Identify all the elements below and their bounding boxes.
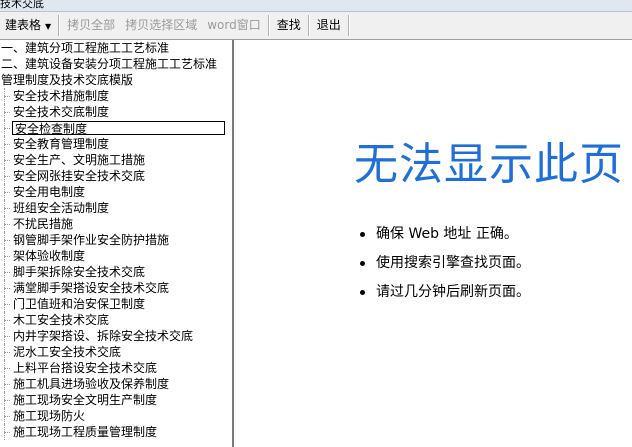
tree-item[interactable]: 钢管脚手架作业安全防护措施 xyxy=(0,232,232,248)
suggestion-text: 确保 Web 地址 正确。 xyxy=(376,226,518,242)
toolbar-separator xyxy=(58,15,61,36)
dropdown-arrow-icon: ▼ xyxy=(45,22,52,31)
tree-item[interactable]: 安全网张挂安全技术交底 xyxy=(0,168,232,184)
tree-item-label: 满堂脚手架搭设安全技术交底 xyxy=(13,281,170,295)
tree-item-label: 一、建筑分项工程施工工艺标准 xyxy=(1,41,170,55)
error-title: 无法显示此页 xyxy=(354,139,624,190)
tree-item-label: 安全用电制度 xyxy=(13,185,86,199)
tree-item-label: 安全网张挂安全技术交底 xyxy=(13,169,146,183)
suggestion-text: 请过几分钟后刷新页面。 xyxy=(376,284,530,300)
tree-item-label: 施工现场防火 xyxy=(13,409,86,423)
create-table-button[interactable]: 建表格 ▼ xyxy=(0,15,56,36)
tree-item[interactable]: 架体验收制度 xyxy=(0,248,232,264)
tree-item-label: 班组安全活动制度 xyxy=(13,201,110,215)
tree-item-label: 泥水工安全技术交底 xyxy=(13,345,122,359)
tree-item-label: 施工现场安全文明生产制度 xyxy=(13,393,158,407)
tree-item[interactable]: 管理制度及技术交底模版 xyxy=(0,72,232,88)
tree-item[interactable]: 一、建筑分项工程施工工艺标准 xyxy=(0,40,232,56)
tree-item[interactable]: 二、建筑设备安装分项工程施工工艺标准 xyxy=(0,56,232,72)
tree-item[interactable]: 施工现场安全文明生产制度 xyxy=(0,392,232,408)
bullet-icon xyxy=(360,232,365,237)
tree-item[interactable]: 内井字架搭设、拆除安全技术交底 xyxy=(0,328,232,344)
tree-item-label: 安全技术交底制度 xyxy=(13,105,110,119)
window-title: 技术交底 xyxy=(0,0,44,10)
suggestion-item: 请过几分钟后刷新页面。 xyxy=(360,278,530,307)
suggestion-text: 使用搜索引擎查找页面。 xyxy=(376,255,530,271)
tree-item[interactable]: 安全教育管理制度 xyxy=(0,136,232,152)
tree-item-label: 脚手架拆除安全技术交底 xyxy=(13,265,146,279)
tree-item[interactable]: 脚手架拆除安全技术交底 xyxy=(0,264,232,280)
tree-item-label: 安全技术措施制度 xyxy=(13,89,110,103)
tree-item-label: 二、建筑设备安装分项工程施工工艺标准 xyxy=(1,57,218,71)
exit-button[interactable]: 退出 xyxy=(312,15,346,36)
suggestion-item: 确保 Web 地址 正确。 xyxy=(360,220,530,249)
tree-item[interactable]: 上料平台搭设安全技术交底 xyxy=(0,360,232,376)
tree-item[interactable]: 安全检查制度 xyxy=(0,120,232,136)
tree-item-label: 上料平台搭设安全技术交底 xyxy=(13,361,158,375)
tree-item-label: 架体验收制度 xyxy=(13,249,86,263)
tree-item[interactable]: 班组安全活动制度 xyxy=(0,200,232,216)
tree-item-label: 施工机具进场验收及保养制度 xyxy=(13,377,170,391)
bullet-icon xyxy=(360,290,365,295)
tree-item[interactable]: 施工现场防火 xyxy=(0,408,232,424)
tree-item-label: 门卫值班和治安保卫制度 xyxy=(13,297,146,311)
create-table-label: 建表格 xyxy=(5,18,42,32)
toolbar-separator xyxy=(267,15,270,36)
copy-selection-button[interactable]: 拷贝选择区域 xyxy=(120,15,202,36)
tree-item[interactable]: 安全生产、文明施工措施 xyxy=(0,152,232,168)
find-button[interactable]: 查找 xyxy=(272,15,306,36)
tree-item-label: 不扰民措施 xyxy=(13,217,74,231)
bullet-icon xyxy=(360,261,365,266)
tree-item-label: 安全检查制度 xyxy=(12,121,225,136)
tree-item[interactable]: 泥水工安全技术交底 xyxy=(0,344,232,360)
tree-item-label: 施工现场工程质量管理制度 xyxy=(13,425,158,439)
toolbar-separator xyxy=(347,15,350,36)
tree-item-label: 安全教育管理制度 xyxy=(13,137,110,151)
tree-item[interactable]: 不扰民措施 xyxy=(0,216,232,232)
tree-item[interactable]: 安全技术交底制度 xyxy=(0,104,232,120)
word-window-button[interactable]: word窗口 xyxy=(202,15,266,36)
tree-item-label: 内井字架搭设、拆除安全技术交底 xyxy=(13,329,194,343)
copy-all-button[interactable]: 拷贝全部 xyxy=(62,15,120,36)
tree-item[interactable]: 施工现场工程质量管理制度 xyxy=(0,424,232,440)
tree-item[interactable]: 门卫值班和治安保卫制度 xyxy=(0,296,232,312)
tree-item[interactable]: 安全用电制度 xyxy=(0,184,232,200)
window-title-bar: 技术交底 xyxy=(0,0,632,12)
toolbar: 建表格 ▼ 拷贝全部 拷贝选择区域 word窗口 查找 退出 xyxy=(0,12,632,40)
tree-item[interactable]: 木工安全技术交底 xyxy=(0,312,232,328)
error-suggestions: 确保 Web 地址 正确。 使用搜索引擎查找页面。 请过几分钟后刷新页面。 xyxy=(360,220,530,307)
tree-item-label: 安全生产、文明施工措施 xyxy=(13,153,146,167)
tree-item[interactable]: 满堂脚手架搭设安全技术交底 xyxy=(0,280,232,296)
web-view: 无法显示此页 确保 Web 地址 正确。 使用搜索引擎查找页面。 请过几分钟后刷… xyxy=(234,40,632,447)
suggestion-item: 使用搜索引擎查找页面。 xyxy=(360,249,530,278)
tree-item[interactable]: 施工机具进场验收及保养制度 xyxy=(0,376,232,392)
tree-item[interactable]: 安全技术措施制度 xyxy=(0,88,232,104)
tree-item-label: 木工安全技术交底 xyxy=(13,313,110,327)
toolbar-separator xyxy=(307,15,310,36)
document-tree[interactable]: 一、建筑分项工程施工工艺标准二、建筑设备安装分项工程施工工艺标准 管理制度及技术交… xyxy=(0,40,234,447)
tree-item-label: 钢管脚手架作业安全防护措施 xyxy=(13,233,170,247)
tree-item-label: 管理制度及技术交底模版 xyxy=(1,73,134,87)
